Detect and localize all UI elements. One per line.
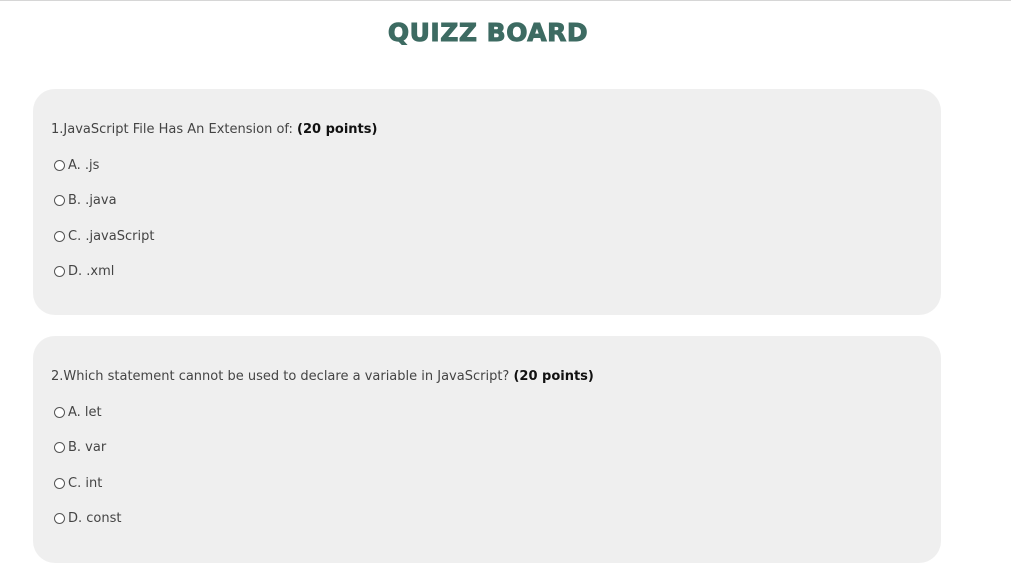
question-points: (20 points) bbox=[513, 369, 594, 384]
radio-button[interactable] bbox=[54, 478, 65, 489]
question-points: (20 points) bbox=[297, 122, 378, 137]
option-label: C. int bbox=[68, 476, 103, 491]
top-divider bbox=[0, 0, 1011, 1]
question-prompt: 1.JavaScript File Has An Extension of: bbox=[51, 122, 298, 137]
option-label: D. const bbox=[68, 511, 122, 526]
question-text-1: 1.JavaScript File Has An Extension of: (… bbox=[51, 122, 377, 137]
radio-button[interactable] bbox=[54, 513, 65, 524]
radio-button[interactable] bbox=[54, 407, 65, 418]
question-2-option-a[interactable]: A. let bbox=[54, 405, 102, 420]
radio-button[interactable] bbox=[54, 231, 65, 242]
radio-button[interactable] bbox=[54, 160, 65, 171]
question-card-1: 1.JavaScript File Has An Extension of: (… bbox=[33, 89, 941, 315]
question-1-option-b[interactable]: B. .java bbox=[54, 193, 117, 208]
option-label: C. .javaScript bbox=[68, 229, 155, 244]
question-card-2: 2.Which statement cannot be used to decl… bbox=[33, 336, 941, 563]
option-label: B. var bbox=[68, 440, 107, 455]
radio-button[interactable] bbox=[54, 195, 65, 206]
question-2-option-c[interactable]: C. int bbox=[54, 476, 102, 491]
question-1-option-c[interactable]: C. .javaScript bbox=[54, 229, 154, 244]
question-2-option-d[interactable]: D. const bbox=[54, 511, 122, 526]
question-2-option-b[interactable]: B. var bbox=[54, 440, 106, 455]
question-1-option-a[interactable]: A. .js bbox=[54, 158, 99, 173]
option-label: A. let bbox=[68, 405, 102, 420]
option-label: A. .js bbox=[68, 158, 100, 173]
page-title: QUIZZ BOARD bbox=[387, 18, 589, 48]
radio-button[interactable] bbox=[54, 266, 65, 277]
question-prompt: 2.Which statement cannot be used to decl… bbox=[51, 369, 514, 384]
radio-button[interactable] bbox=[54, 442, 65, 453]
option-label: D. .xml bbox=[68, 264, 115, 279]
question-1-option-d[interactable]: D. .xml bbox=[54, 264, 114, 279]
question-text-2: 2.Which statement cannot be used to decl… bbox=[51, 369, 594, 384]
option-label: B. .java bbox=[68, 193, 117, 208]
